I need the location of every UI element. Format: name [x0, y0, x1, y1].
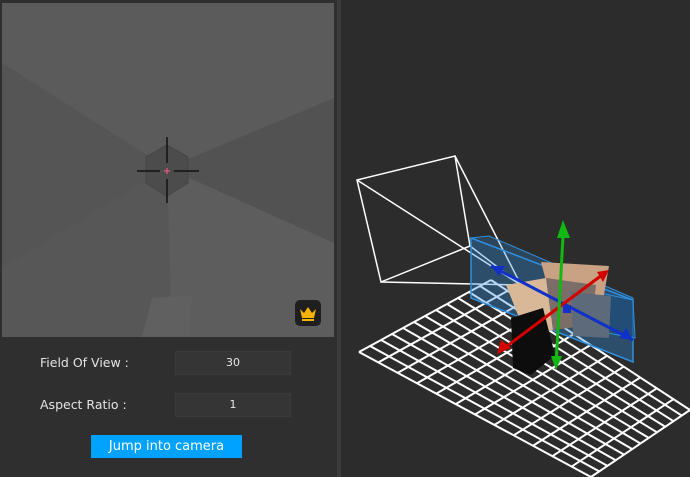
camera-editor: Field Of View : Aspect Ratio : Jump into…: [0, 0, 690, 477]
premium-badge: [295, 300, 321, 326]
camera-preview-scene: [2, 3, 334, 337]
field-of-view-label: Field Of View :: [40, 355, 129, 370]
field-of-view-input[interactable]: [175, 351, 291, 375]
aspect-ratio-label: Aspect Ratio :: [40, 397, 127, 412]
aspect-ratio-input[interactable]: [175, 393, 291, 417]
jump-into-camera-button[interactable]: Jump into camera: [91, 435, 242, 458]
scene-viewport[interactable]: [341, 0, 690, 477]
aspect-ratio-row: Aspect Ratio :: [0, 393, 337, 419]
camera-preview: [2, 3, 334, 337]
camera-properties-panel: Field Of View : Aspect Ratio : Jump into…: [0, 0, 337, 477]
field-of-view-row: Field Of View :: [0, 351, 337, 377]
crown-icon: [298, 304, 318, 322]
viewport-scene: [341, 0, 690, 477]
